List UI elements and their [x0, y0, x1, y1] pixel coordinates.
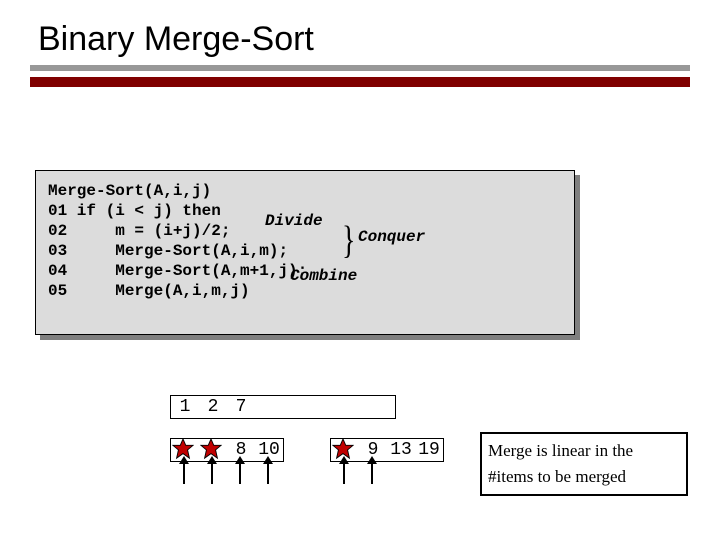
note-line-2: #items to be merged	[488, 464, 680, 490]
annotation-divide: Divide	[265, 212, 323, 230]
code-line-5: 05 Merge(A,i,m,j)	[48, 282, 250, 300]
cell	[367, 396, 395, 418]
annotation-combine: Combine	[290, 267, 357, 285]
cell: 2	[199, 396, 227, 418]
code-line-4: 04 Merge-Sort(A,m+1,j);	[48, 262, 307, 280]
cell	[339, 396, 367, 418]
cell: 7	[227, 396, 255, 418]
code-line-0: Merge-Sort(A,i,j)	[48, 182, 211, 200]
cell: 1	[171, 396, 199, 418]
cell: 19	[415, 439, 443, 461]
rule-maroon	[30, 77, 690, 87]
note-line-1: Merge is linear in the	[488, 438, 680, 464]
annotation-conquer: Conquer	[358, 228, 425, 246]
arrow-up-icon	[239, 462, 241, 484]
cell	[283, 396, 311, 418]
arrow-up-icon	[183, 462, 185, 484]
code-box: Merge-Sort(A,i,j) 01 if (i < j) then 02 …	[35, 170, 575, 335]
code-line-2: 02 m = (i+j)/2;	[48, 222, 230, 240]
arrow-up-icon	[211, 462, 213, 484]
page-title: Binary Merge-Sort	[30, 20, 690, 59]
cell	[311, 396, 339, 418]
code-line-1: 01 if (i < j) then	[48, 202, 221, 220]
cell: 13	[387, 439, 415, 461]
note-box: Merge is linear in the #items to be merg…	[480, 432, 688, 496]
code-line-3: 03 Merge-Sort(A,i,m);	[48, 242, 288, 260]
rule-grey	[30, 65, 690, 71]
array-output: 1 2 7	[170, 395, 396, 419]
arrow-up-icon	[343, 462, 345, 484]
slide: Binary Merge-Sort Merge-Sort(A,i,j) 01 i…	[0, 0, 720, 540]
arrow-up-icon	[267, 462, 269, 484]
brace-icon: }	[342, 222, 355, 261]
arrow-up-icon	[371, 462, 373, 484]
cell	[255, 396, 283, 418]
